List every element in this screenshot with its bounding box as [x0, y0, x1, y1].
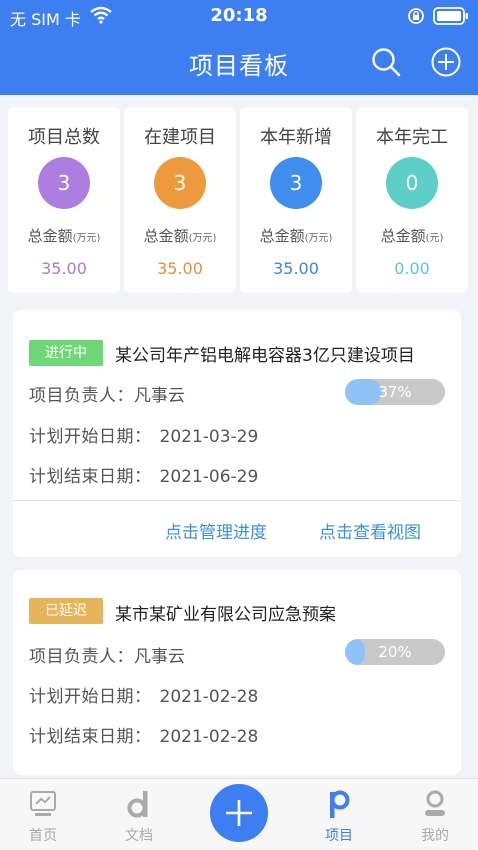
- project-card[interactable]: 已延迟 某市某矿业有限公司应急预案 项目负责人：凡事云 20% 计划开始日期： 2…: [13, 570, 461, 775]
- start-date-row: 计划开始日期： 2021-02-28: [29, 687, 259, 707]
- stat-label: 本年新增: [260, 127, 332, 148]
- manage-progress-link[interactable]: 点击管理进度: [165, 518, 267, 543]
- stat-amount: 35.00: [157, 259, 203, 278]
- start-date-row: 计划开始日期： 2021-03-29: [29, 427, 259, 447]
- tab-profile[interactable]: 我的: [400, 779, 470, 850]
- stat-label: 项目总数: [28, 127, 100, 148]
- stat-card-completed-this-year[interactable]: 本年完工 0 总金额(元) 0.00: [356, 107, 468, 293]
- progress-text: 20%: [378, 643, 412, 661]
- center-add-button[interactable]: [210, 784, 268, 842]
- project-icon: [330, 790, 350, 818]
- end-date-row: 计划结束日期： 2021-06-29: [29, 467, 259, 487]
- stat-card-total[interactable]: 项目总数 3 总金额(万元) 35.00: [8, 107, 120, 293]
- progress-text: 37%: [378, 383, 412, 401]
- tab-label: 项目: [325, 828, 353, 844]
- tab-label: 首页: [29, 828, 57, 844]
- stat-label: 本年完工: [376, 127, 448, 148]
- stat-amount: 35.00: [41, 259, 87, 278]
- stat-amount-label: 总金额(万元): [27, 227, 101, 245]
- stat-count: 0: [386, 157, 438, 209]
- manager-row: 项目负责人：凡事云: [29, 386, 185, 406]
- status-bar: 无 SIM 卡 20:18: [0, 0, 478, 32]
- monitor-icon: [30, 791, 56, 816]
- document-icon: [127, 791, 148, 818]
- stat-amount-label: 总金额(万元): [259, 227, 333, 245]
- view-chart-link[interactable]: 点击查看视图: [319, 518, 421, 543]
- status-badge: 进行中: [29, 340, 103, 366]
- stat-amount: 0.00: [394, 259, 430, 278]
- tab-project[interactable]: 项目: [304, 779, 374, 850]
- profile-icon: [425, 790, 445, 816]
- stat-amount: 35.00: [273, 259, 319, 278]
- project-card[interactable]: 进行中 某公司年产铝电解电容器3亿只建设项目 项目负责人：凡事云 37% 计划开…: [13, 310, 461, 557]
- battery-icon: [433, 7, 468, 25]
- progress-bar: 37%: [345, 379, 445, 405]
- rotation-lock-icon: [408, 8, 424, 24]
- search-icon[interactable]: [370, 46, 402, 78]
- stat-amount-label: 总金额(元): [380, 227, 444, 245]
- tab-home[interactable]: 首页: [8, 779, 78, 850]
- stat-card-building[interactable]: 在建项目 3 总金额(万元) 35.00: [124, 107, 236, 293]
- page-title: 项目看板: [189, 52, 289, 80]
- stat-amount-label: 总金额(万元): [143, 227, 217, 245]
- stat-card-new-this-year[interactable]: 本年新增 3 总金额(万元) 35.00: [240, 107, 352, 293]
- project-name[interactable]: 某公司年产铝电解电容器3亿只建设项目: [115, 341, 415, 366]
- end-date-row: 计划结束日期： 2021-02-28: [29, 727, 259, 747]
- tab-documents[interactable]: 文档: [104, 779, 174, 850]
- tab-label: 我的: [421, 828, 449, 844]
- progress-bar: 20%: [345, 639, 445, 665]
- add-project-icon[interactable]: [430, 46, 462, 78]
- stat-label: 在建项目: [144, 127, 216, 148]
- header-bar: 无 SIM 卡 20:18 项目看板: [0, 0, 478, 95]
- manager-row: 项目负责人：凡事云: [29, 647, 185, 667]
- stat-count: 3: [270, 157, 322, 209]
- project-name[interactable]: 某市某矿业有限公司应急预案: [115, 600, 336, 625]
- status-badge: 已延迟: [29, 598, 103, 624]
- tab-label: 文档: [125, 828, 153, 844]
- stat-count: 3: [154, 157, 206, 209]
- divider: [13, 500, 461, 501]
- stat-count: 3: [38, 157, 90, 209]
